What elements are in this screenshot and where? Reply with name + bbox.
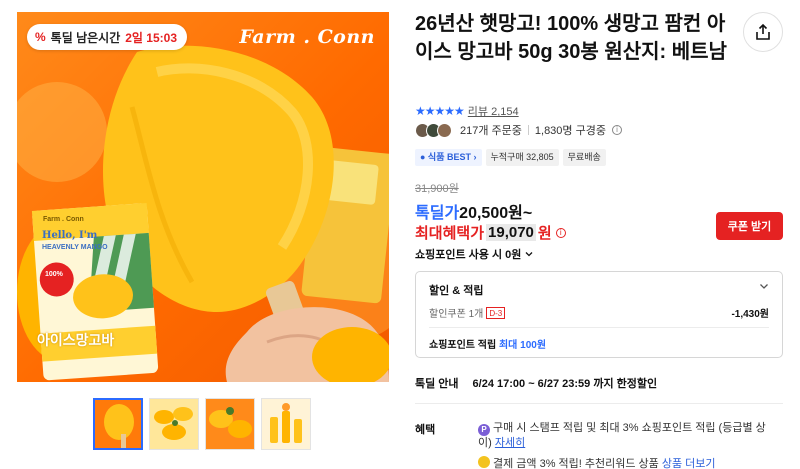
social-proof: 217개 주문중 1,830명 구경중 i [415, 122, 622, 138]
info-icon[interactable]: i [611, 125, 622, 135]
review-link[interactable]: 리뷰 2,154 [468, 103, 519, 119]
orders-count: 217개 주문중 [460, 125, 522, 137]
perk-detail-link[interactable]: 자세히 [495, 437, 525, 449]
coin-icon [478, 456, 490, 468]
max-benefit-unit: 원 [537, 225, 552, 242]
brand-logo: Farm . Conn [239, 26, 375, 48]
chevron-down-icon[interactable] [758, 280, 770, 292]
max-benefit-label: 최대혜택가 [415, 225, 485, 242]
perk-stamp-points: P 구매 시 스탬프 적립 및 최대 3% 쇼핑포인트 적립 (등급별 상이) 자… [478, 421, 778, 451]
percent-icon: % [35, 30, 46, 44]
thumbnail-4[interactable] [261, 398, 311, 450]
thumbnail-2[interactable] [149, 398, 199, 450]
get-coupon-button[interactable]: 쿠폰 받기 [716, 212, 783, 240]
points-accrual-label: 쇼핑포인트 적립 [429, 340, 497, 351]
thumbnail-strip [93, 398, 311, 450]
points-use-toggle[interactable]: 쇼핑포인트 사용 시 0원 [415, 246, 534, 262]
max-benefit-value: 19,070 [486, 224, 536, 241]
original-price: 31,900원 [415, 183, 459, 195]
perk-more-products-link[interactable]: 상품 더보기 [662, 458, 716, 469]
max-benefit-price: 최대혜택가 19,070 원 i [415, 222, 566, 243]
deal-timer-value: 2일 15:03 [125, 30, 177, 45]
deal-info-label: 톡딜 안내 [415, 378, 459, 390]
food-best-tag[interactable]: ● 식품 BEST › [415, 149, 482, 166]
discount-coupon-label: 할인쿠폰 1개 [429, 309, 484, 320]
deal-timer-label: 톡딜 남은시간 [50, 30, 121, 45]
mango-bar-illustration [17, 45, 389, 382]
divider [527, 125, 529, 135]
info-icon[interactable]: i [555, 227, 566, 238]
avatar [437, 122, 452, 138]
package-badge: 100% [45, 271, 63, 278]
buyer-avatars [415, 122, 452, 138]
free-shipping-tag: 무료배송 [562, 149, 606, 166]
perks-label: 혜택 [415, 424, 436, 436]
benefit-box-heading: 할인 & 적립 [429, 285, 484, 297]
share-icon [756, 23, 770, 40]
points-accrual-row: 쇼핑포인트 적립 최대 100원 [429, 336, 546, 351]
deal-price: 톡딜가20,500원~ [415, 199, 532, 223]
points-use-label: 쇼핑포인트 사용 시 0원 [415, 249, 522, 261]
discount-coupon-amount: -1,430원 [731, 309, 769, 320]
star-rating-icon: ★★★★★ [415, 104, 465, 118]
coupon-dday-badge: D-3 [486, 306, 506, 319]
thumbnail-1[interactable] [93, 398, 143, 450]
package-line1: Hello, I'm [42, 230, 98, 241]
points-accrual-value: 최대 100원 [498, 340, 547, 351]
deal-timer-chip: % 톡딜 남은시간 2일 15:03 [27, 24, 187, 50]
package-product-name: 아이스망고바 [37, 332, 115, 348]
divider [429, 327, 769, 328]
product-detail-page: % 톡딜 남은시간 2일 15:03 Farm . Conn Farm . Co… [0, 0, 800, 469]
viewers-count: 1,830명 구경중 [534, 125, 606, 137]
divider [415, 403, 783, 404]
deal-price-value: 20,500원~ [459, 205, 533, 222]
thumbnail-3[interactable] [205, 398, 255, 450]
rating-row: ★★★★★ 리뷰 2,154 [415, 103, 519, 119]
product-main-image[interactable]: % 톡딜 남은시간 2일 15:03 Farm . Conn Farm . Co… [17, 12, 389, 382]
perk-reward: 결제 금액 3% 적립! 추천리워드 상품 상품 더보기 [478, 455, 716, 469]
deal-price-label: 톡딜가 [415, 205, 460, 222]
share-button[interactable] [743, 12, 783, 52]
points-icon: P [478, 424, 490, 436]
perk-reward-text: 결제 금액 3% 적립! 추천리워드 상품 [493, 458, 659, 469]
product-title: 26년산 햇망고! 100% 생망고 팜컨 아이스 망고바 50g 30봉 원산… [415, 13, 727, 63]
deal-info-row: 톡딜 안내 6/24 17:00 ~ 6/27 23:59 까지 한정할인 [415, 375, 657, 391]
cumulative-sales-tag: 누적구매 32,805 [485, 149, 559, 166]
package-brand: Farm . Conn [43, 216, 84, 223]
discount-coupon-row: 할인쿠폰 1개 D-3 [429, 305, 506, 320]
chevron-down-icon [525, 252, 533, 257]
discount-benefit-box: 할인 & 적립 할인쿠폰 1개 D-3 -1,430원 쇼핑포인트 적립 최대 … [415, 271, 783, 358]
deal-info-range: 6/24 17:00 ~ 6/27 23:59 까지 한정할인 [472, 378, 658, 390]
product-tags: ● 식품 BEST › 누적구매 32,805 무료배송 [415, 149, 606, 166]
package-line2: HEAVENLY MANGO [42, 244, 108, 251]
